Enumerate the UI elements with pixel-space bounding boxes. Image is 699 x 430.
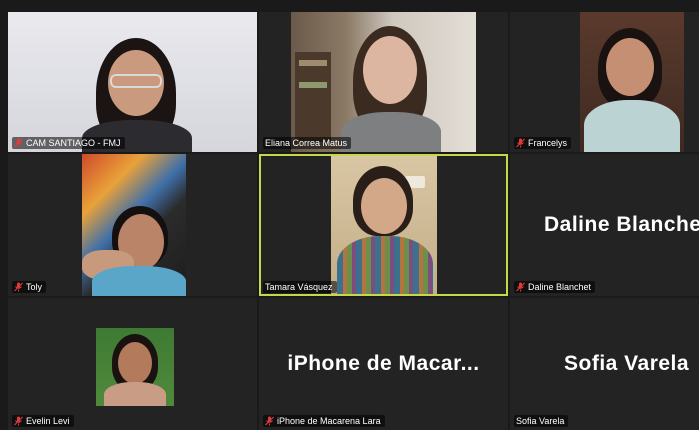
participant-video — [96, 328, 174, 406]
participant-tile-toly[interactable]: Toly — [8, 154, 257, 296]
participant-name-label: Toly — [12, 281, 47, 293]
participant-video — [580, 12, 684, 152]
participant-video — [82, 154, 186, 296]
participant-name-label: iPhone de Macarena Lara — [263, 415, 385, 427]
participant-name: Toly — [26, 282, 43, 292]
participant-name-label: Eliana Correa Matus — [263, 137, 352, 149]
mic-muted-icon — [265, 416, 274, 426]
participant-name-label: CAM SANTIAGO - FMJ — [12, 137, 125, 149]
mic-muted-icon — [14, 416, 23, 426]
participant-name-label: Tamara Vásquez — [263, 281, 337, 293]
participant-video — [331, 156, 437, 294]
participant-name: iPhone de Macarena Lara — [277, 416, 381, 426]
participant-name: Sofia Varela — [516, 416, 565, 426]
participant-name: CAM SANTIAGO - FMJ — [26, 138, 121, 148]
participant-video — [291, 12, 476, 152]
mic-muted-icon — [14, 282, 23, 292]
mic-muted-icon — [516, 138, 525, 148]
participant-tile-cam-santiago[interactable]: CAM SANTIAGO - FMJ — [8, 12, 257, 152]
participant-name: Francelys — [528, 138, 568, 148]
participant-tile-evelin-levi[interactable]: Evelin Levi — [8, 298, 257, 430]
participant-name-label: Daline Blanchet — [514, 281, 596, 293]
participant-video — [8, 12, 257, 152]
participant-tile-eliana-correa-matus[interactable]: Eliana Correa Matus — [259, 12, 508, 152]
participant-tile-daline-blanchet[interactable]: Daline Blanchet Daline Blanchet — [510, 154, 699, 296]
participant-name: Eliana Correa Matus — [265, 138, 348, 148]
participant-name-label: Sofia Varela — [514, 415, 569, 427]
participant-name: Tamara Vásquez — [265, 282, 333, 292]
participant-display-name: iPhone de Macar... — [287, 352, 480, 375]
participant-display-name: Sofia Varela — [564, 352, 690, 375]
mic-muted-icon — [14, 138, 23, 148]
participant-name: Daline Blanchet — [528, 282, 592, 292]
participant-tile-tamara-vasquez[interactable]: Tamara Vásquez — [259, 154, 508, 296]
participant-tile-sofia-varela[interactable]: Sofia Varela Sofia Varela — [510, 298, 699, 430]
participant-tile-francelys[interactable]: Francelys — [510, 12, 699, 152]
participant-display-name: Daline Blanchet — [544, 213, 699, 236]
mic-muted-icon — [516, 282, 525, 292]
participant-name-label: Francelys — [514, 137, 572, 149]
participant-name: Evelin Levi — [26, 416, 70, 426]
participant-name-label: Evelin Levi — [12, 415, 74, 427]
participant-tile-iphone-macarena-lara[interactable]: iPhone de Macar... iPhone de Macarena La… — [259, 298, 508, 430]
